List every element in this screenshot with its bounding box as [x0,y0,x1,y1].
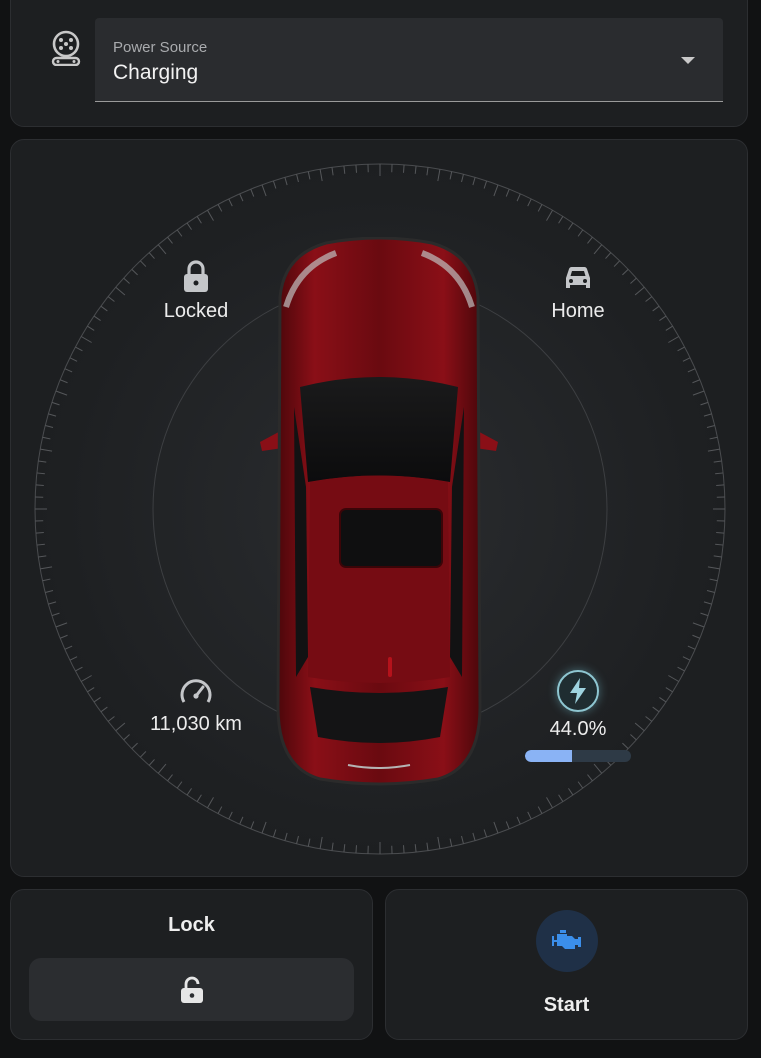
start-action-card: Start [385,889,748,1040]
power-source-card: Power Source Charging [10,0,748,127]
car-top-view-image [260,237,498,786]
battery-label: 44.0% [549,718,607,740]
lock-title: Lock [168,914,215,936]
vehicle-status-card: Locked Home 11,030 km 44.0% [10,139,748,877]
windshield [300,377,458,482]
ev-plug-icon [51,30,81,66]
battery-status: 44.0% [498,670,658,762]
dial-tick [35,532,44,534]
dial-tick [355,164,357,173]
start-title: Start [543,994,590,1016]
start-button[interactable] [536,910,598,972]
sunroof [339,508,443,568]
power-source-value: Charging [113,61,199,84]
location-label: Home [551,300,605,322]
power-source-select[interactable]: Power Source Charging [95,18,723,102]
lock-button[interactable] [29,958,354,1021]
car-icon [566,266,590,288]
dial-tick [716,484,725,486]
dial-tick [403,845,405,854]
battery-indicator [557,670,599,712]
dropdown-arrow-icon[interactable] [681,57,695,64]
dial-tick [716,532,725,534]
dial-tick [35,484,44,486]
dial-tick [403,164,405,173]
lock-action-card: Lock [10,889,373,1040]
engine-icon [552,930,581,949]
speedometer-icon [180,679,212,703]
location-status: Home [498,260,658,323]
battery-bar [525,750,631,762]
lightning-bolt-icon [570,678,586,704]
lock-icon [184,260,208,292]
dial-tick [355,845,357,854]
power-source-label: Power Source [113,39,208,56]
lock-open-icon [180,976,203,1003]
battery-bar-fill [525,750,572,762]
